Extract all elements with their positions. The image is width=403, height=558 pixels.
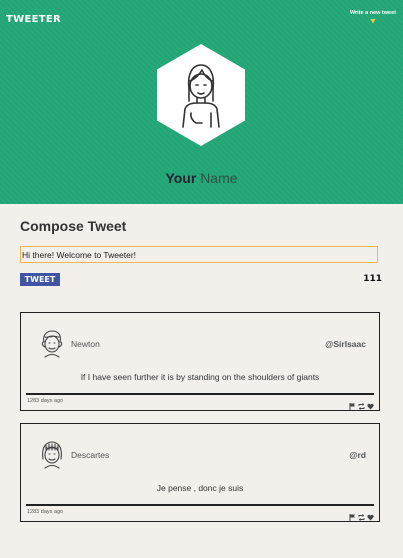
avatar xyxy=(40,441,64,469)
write-new-tweet-button[interactable]: Write a new tweet ⯆ xyxy=(349,10,396,26)
user-last-name: Name xyxy=(200,170,238,186)
tweet-text: Je pense , donc je suis xyxy=(156,483,244,493)
write-new-tweet-label: Write a new tweet xyxy=(349,10,396,16)
tweet-card: Descartes @rd Je pense , donc je suis 12… xyxy=(20,423,380,522)
tweet-button[interactable]: TWEET xyxy=(20,273,60,286)
logo: TWEETER xyxy=(6,14,61,25)
heart-icon[interactable] xyxy=(367,397,374,410)
tweet-input[interactable] xyxy=(20,246,378,263)
user-name: Your Name xyxy=(0,170,403,186)
user-avatar xyxy=(156,43,246,147)
retweet-icon[interactable] xyxy=(358,397,365,410)
heart-icon[interactable] xyxy=(367,508,374,521)
tweet-divider xyxy=(26,504,374,506)
tweet-handle: @rd xyxy=(349,450,366,460)
compose-title: Compose Tweet xyxy=(20,218,127,234)
tweet-divider xyxy=(26,393,374,395)
flag-icon[interactable] xyxy=(349,508,356,521)
tweet-text: If I have seen further it is by standing… xyxy=(80,372,320,382)
tweet-actions xyxy=(349,508,374,521)
tweet-card: Newton @SirIsaac If I have seen further … xyxy=(20,312,380,411)
retweet-icon[interactable] xyxy=(358,508,365,521)
character-counter: 111 xyxy=(363,274,382,284)
chevron-down-icon[interactable]: ⯆ xyxy=(350,18,396,26)
tweet-actions xyxy=(349,397,374,410)
tweet-author: Newton xyxy=(71,339,100,349)
user-first-name: Your xyxy=(165,170,197,186)
tweet-age: 1283 days ago xyxy=(27,398,64,404)
tweet-age: 1283 days ago xyxy=(27,509,64,515)
flag-icon[interactable] xyxy=(349,397,356,410)
tweet-handle: @SirIsaac xyxy=(325,339,366,349)
header: TWEETER Write a new tweet ⯆ Your Name xyxy=(0,0,403,204)
avatar xyxy=(40,330,64,358)
tweet-author: Descartes xyxy=(71,450,110,460)
